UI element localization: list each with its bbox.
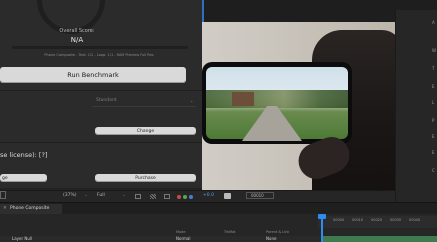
active-panel-indicator bbox=[202, 0, 204, 22]
score-progress-bar bbox=[12, 46, 188, 49]
layer-duration-bar[interactable] bbox=[323, 236, 437, 242]
chevron-down-icon: ⌄ bbox=[122, 193, 126, 198]
building bbox=[232, 92, 254, 106]
close-icon[interactable]: ✕ bbox=[3, 206, 7, 211]
composition-viewer[interactable] bbox=[202, 22, 395, 190]
right-panel-item[interactable]: E bbox=[432, 150, 435, 155]
chevron-down-icon: ⌄ bbox=[84, 193, 88, 198]
divider bbox=[0, 142, 202, 143]
layer-mode[interactable]: Normal bbox=[176, 236, 190, 241]
ruler-tick: 00040 bbox=[409, 218, 421, 222]
right-panel-item[interactable]: A bbox=[432, 20, 435, 25]
column-header-trkmat: TrkMat bbox=[224, 230, 236, 234]
layer-parent[interactable]: None bbox=[266, 236, 276, 241]
zoom-level[interactable]: (37%) bbox=[63, 193, 77, 198]
magnification-icon[interactable] bbox=[0, 191, 6, 199]
exposure-value[interactable]: +0.0 bbox=[203, 193, 214, 198]
ruler-tick: 00000 bbox=[333, 218, 345, 222]
ruler-tick: 00030 bbox=[390, 218, 402, 222]
license-label: se license): [?] bbox=[0, 151, 48, 159]
transparency-grid-icon[interactable] bbox=[150, 194, 156, 199]
right-panel-header bbox=[395, 0, 437, 10]
change-button[interactable]: Change bbox=[95, 127, 196, 135]
purchase-button[interactable]: Purchase bbox=[95, 174, 196, 182]
column-header-mode: Mode bbox=[176, 230, 186, 234]
right-panel-item[interactable]: C bbox=[432, 168, 435, 173]
color-channel-icon[interactable] bbox=[177, 195, 181, 199]
layer-name[interactable]: Layer Null bbox=[12, 236, 32, 241]
chevron-down-icon: ⌄ bbox=[190, 98, 194, 103]
right-panel-item[interactable]: L bbox=[432, 100, 434, 105]
resolution-select[interactable]: Full bbox=[97, 193, 105, 198]
right-panel-item[interactable]: E bbox=[432, 134, 435, 139]
region-of-interest-icon[interactable] bbox=[135, 194, 141, 199]
manage-license-button[interactable]: ge bbox=[0, 174, 47, 182]
quality-dropdown-value: Standard bbox=[96, 98, 117, 103]
mask-toggle-icon[interactable] bbox=[164, 194, 170, 199]
divider bbox=[0, 90, 202, 91]
run-benchmark-button[interactable]: Run Benchmark bbox=[0, 67, 186, 83]
score-value: N/A bbox=[70, 36, 84, 44]
right-panel-item[interactable]: T bbox=[432, 66, 434, 71]
color-channel-icon[interactable] bbox=[183, 195, 187, 199]
score-label: Overall Score: bbox=[59, 28, 95, 34]
benchmark-info-line: Phone Composite - Test: 1/2 - Loop: 1/1 … bbox=[44, 53, 154, 57]
ruler-tick: 00010 bbox=[352, 218, 364, 222]
timecode-value: 00010 bbox=[251, 193, 264, 198]
camera-icon[interactable] bbox=[224, 193, 231, 199]
right-panel-item[interactable]: E bbox=[432, 84, 435, 89]
right-panel-item[interactable]: W bbox=[432, 48, 436, 53]
viewer-header bbox=[202, 0, 395, 22]
tab-label: Phone Composite bbox=[10, 206, 50, 211]
right-panel-item[interactable]: P bbox=[432, 118, 434, 123]
ruler-tick: 00020 bbox=[371, 218, 383, 222]
column-header-parent: Parent & Link bbox=[266, 230, 290, 234]
tree-line bbox=[206, 90, 348, 108]
color-channel-icon[interactable] bbox=[189, 195, 193, 199]
playhead-handle[interactable] bbox=[318, 214, 326, 219]
